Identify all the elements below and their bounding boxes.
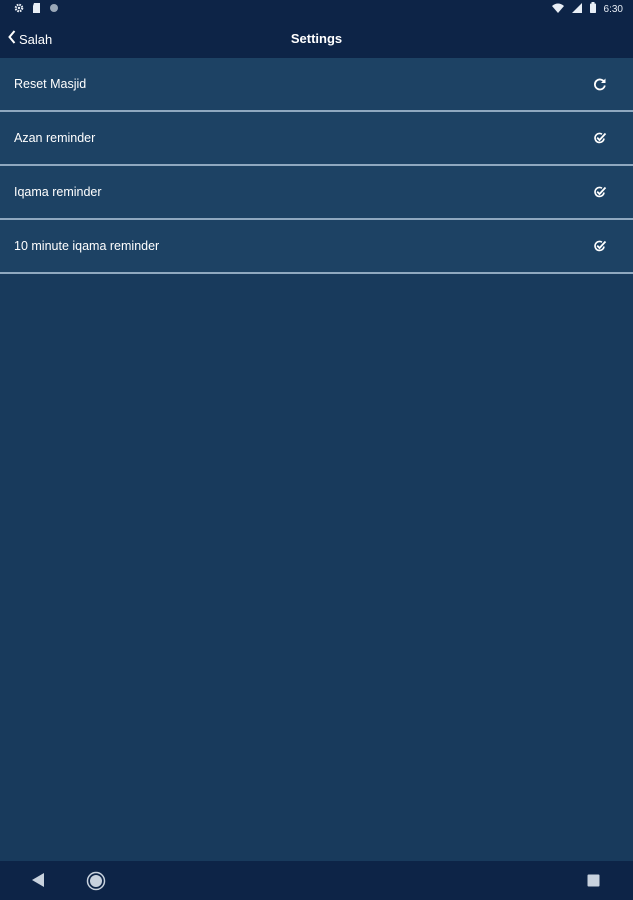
settings-item-label: 10 minute iqama reminder [14,239,160,253]
settings-item-iqama-reminder[interactable]: Iqama reminder [0,166,633,220]
sd-card-icon [32,0,41,18]
recents-square-icon[interactable] [587,874,600,892]
settings-item-label: Iqama reminder [14,185,102,199]
settings-item-reset-masjid[interactable]: Reset Masjid [0,58,633,112]
settings-icon [14,0,24,18]
settings-item-label: Reset Masjid [14,77,87,91]
cellular-signal-icon [571,0,582,18]
back-triangle-icon[interactable] [31,872,45,893]
system-nav-bar [0,861,633,900]
page-title: Settings [290,31,343,46]
status-right-icons: 6:30 [551,0,623,18]
settings-item-label: Azan reminder [14,131,96,145]
settings-list: Reset Masjid Azan reminder Iqama reminde… [0,58,633,274]
home-circle-icon[interactable] [86,871,106,896]
check-circle-icon[interactable] [592,130,608,146]
check-circle-icon[interactable] [592,184,608,200]
check-circle-icon[interactable] [592,238,608,254]
status-time: 6:30 [603,3,623,15]
settings-item-azan-reminder[interactable]: Azan reminder [0,112,633,166]
refresh-icon[interactable] [592,76,608,92]
settings-item-10-minute-iqama-reminder[interactable]: 10 minute iqama reminder [0,220,633,274]
status-bar: 6:30 [0,0,633,18]
status-left-icons [14,0,59,18]
app-bar: Salah Settings [0,18,633,58]
circle-notification-icon [49,0,59,18]
wifi-icon [551,0,564,18]
battery-icon [589,0,596,18]
